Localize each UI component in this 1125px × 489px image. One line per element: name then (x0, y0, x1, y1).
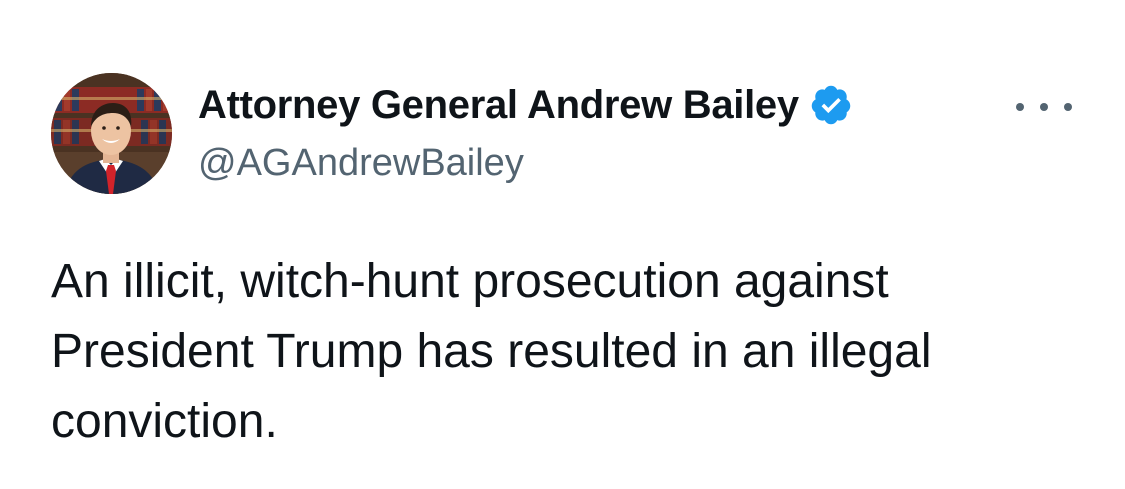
profile-photo (51, 73, 172, 194)
more-dot (1064, 103, 1072, 111)
avatar[interactable] (51, 73, 172, 194)
author-handle[interactable]: @AGAndrewBailey (198, 142, 524, 185)
more-dot (1016, 103, 1024, 111)
more-dot (1040, 103, 1048, 111)
tweet-card[interactable]: Attorney General Andrew Bailey @AGAndrew… (0, 0, 1125, 489)
author-name-row: Attorney General Andrew Bailey (198, 80, 853, 130)
verified-badge-icon[interactable] (809, 83, 853, 127)
author-display-name[interactable]: Attorney General Andrew Bailey (198, 83, 799, 128)
tweet-text: An illicit, witch-hunt prosecution again… (51, 255, 932, 448)
more-options-icon[interactable] (1016, 92, 1072, 122)
